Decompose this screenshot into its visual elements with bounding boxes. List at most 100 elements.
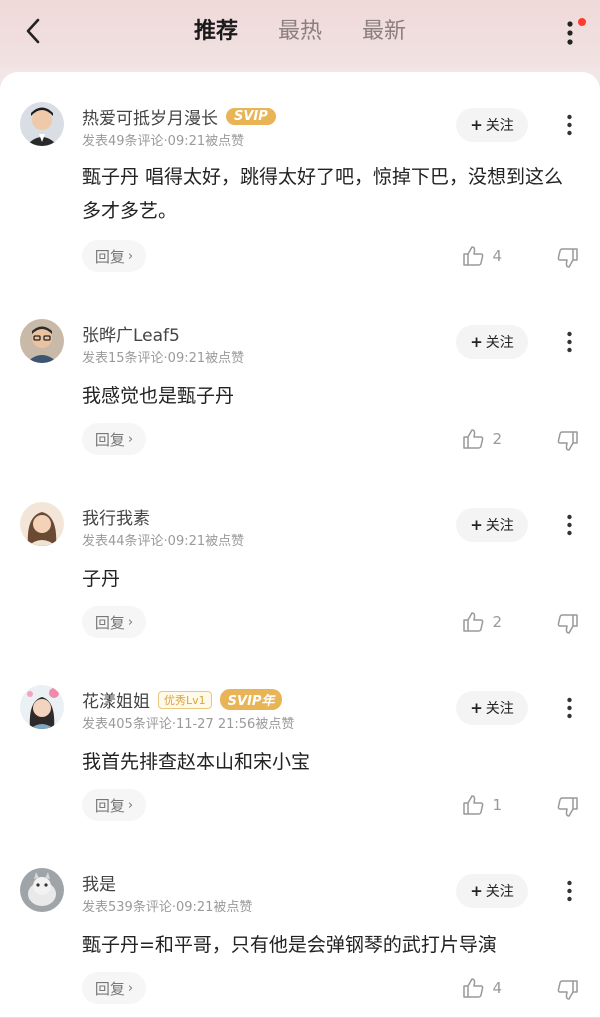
comment-text: 子丹: [82, 568, 121, 590]
svip-badge: SVIP: [226, 108, 276, 125]
user-meta: 发表49条评论·09:21被点赞: [82, 134, 245, 149]
username[interactable]: 花漾姐姐: [82, 687, 150, 712]
user-meta: 发表15条评论·09:21被点赞: [82, 351, 245, 366]
dislike-button[interactable]: [556, 795, 580, 819]
thumbs-up-icon: [463, 978, 484, 998]
like-count: 2: [492, 613, 502, 631]
like-button[interactable]: 2: [462, 612, 502, 632]
thumbs-up-icon: [463, 612, 484, 632]
thumbs-up-icon: [463, 795, 484, 815]
follow-label: 关注: [485, 884, 514, 900]
avatar[interactable]: [20, 685, 64, 729]
like-button[interactable]: 4: [462, 246, 502, 266]
like-count: 2: [492, 430, 502, 448]
follow-label: 关注: [485, 118, 514, 134]
avatar[interactable]: [20, 102, 64, 146]
comment-item: 我是 发表539条评论·09:21被点赞 + 关注 甄子丹=和平哥，只有他是会弹…: [0, 838, 600, 1018]
name-row: 张晔广Leaf5: [82, 321, 180, 346]
comment-more-button[interactable]: [560, 112, 578, 138]
comment-more-button[interactable]: [560, 512, 578, 538]
dislike-button[interactable]: [556, 978, 580, 1002]
follow-button[interactable]: + 关注: [456, 691, 528, 725]
thumbs-down-icon: [557, 431, 578, 451]
comment-more-button[interactable]: [560, 329, 578, 355]
thumbs-up-icon: [463, 429, 484, 449]
plus-icon: +: [470, 516, 483, 534]
user-meta: 发表539条评论·09:21被点赞: [82, 900, 253, 915]
level-badge: 优秀Lv1: [158, 690, 212, 709]
top-navigation-bar: 推荐 最热 最新: [0, 0, 600, 72]
thumbs-down-icon: [557, 248, 578, 268]
follow-button[interactable]: + 关注: [456, 108, 528, 142]
avatar[interactable]: [20, 319, 64, 363]
thumbs-down-icon: [557, 980, 578, 1000]
dislike-button[interactable]: [556, 612, 580, 636]
user-meta: 发表405条评论·11-27 21:56被点赞: [82, 717, 295, 732]
follow-button[interactable]: + 关注: [456, 874, 528, 908]
username[interactable]: 我是: [82, 870, 116, 895]
tab-hottest[interactable]: 最热: [278, 14, 322, 50]
reply-button[interactable]: 回复 ›: [82, 789, 146, 821]
follow-label: 关注: [485, 518, 514, 534]
reply-label: 回复: [94, 613, 125, 632]
reply-button[interactable]: 回复 ›: [82, 240, 146, 272]
follow-label: 关注: [485, 335, 514, 351]
chevron-right-icon: ›: [127, 248, 134, 264]
notification-dot: [578, 18, 586, 26]
like-count: 1: [492, 796, 502, 814]
plus-icon: +: [470, 882, 483, 900]
tab-bar: 推荐 最热 最新: [0, 14, 600, 50]
comment-item: 花漾姐姐 优秀Lv1 SVIP年 发表405条评论·11-27 21:56被点赞…: [0, 655, 600, 835]
follow-button[interactable]: + 关注: [456, 508, 528, 542]
dislike-button[interactable]: [556, 246, 580, 270]
avatar[interactable]: [20, 868, 64, 912]
username[interactable]: 热爱可抵岁月漫长: [82, 104, 218, 129]
avatar-image: [20, 102, 64, 146]
comment-text: 我感觉也是甄子丹: [82, 385, 235, 407]
reply-button[interactable]: 回复 ›: [82, 972, 146, 1004]
like-button[interactable]: 1: [462, 795, 502, 815]
dislike-button[interactable]: [556, 429, 580, 453]
comments-panel: 热爱可抵岁月漫长 SVIP 发表49条评论·09:21被点赞 + 关注 甄子丹 …: [0, 72, 600, 1017]
like-button[interactable]: 4: [462, 978, 502, 998]
comment-text: 甄子丹 唱得太好，跳得太好了吧，惊掉下巴，没想到这么多才多艺。: [82, 166, 564, 222]
reply-label: 回复: [94, 979, 125, 998]
comment-text: 甄子丹=和平哥，只有他是会弹钢琴的武打片导演: [82, 934, 497, 956]
comment-more-button[interactable]: [560, 695, 578, 721]
thumbs-up-icon: [463, 246, 484, 266]
tab-recommended[interactable]: 推荐: [194, 14, 238, 50]
vertical-dots-icon: [566, 514, 572, 536]
chevron-right-icon: ›: [127, 797, 134, 813]
follow-button[interactable]: + 关注: [456, 325, 528, 359]
thumbs-down-icon: [557, 614, 578, 634]
vertical-dots-icon: [566, 331, 572, 353]
vertical-dots-icon: [566, 697, 572, 719]
avatar-image: [20, 502, 64, 546]
vertical-dots-icon: [566, 114, 572, 136]
comment-text: 我首先排查赵本山和宋小宝: [82, 751, 311, 773]
username[interactable]: 张晔广Leaf5: [82, 321, 180, 346]
reply-button[interactable]: 回复 ›: [82, 423, 146, 455]
name-row: 花漾姐姐 优秀Lv1 SVIP年: [82, 687, 283, 712]
user-meta: 发表44条评论·09:21被点赞: [82, 534, 245, 549]
avatar-image: [20, 868, 64, 912]
reply-label: 回复: [94, 247, 125, 266]
like-count: 4: [492, 979, 502, 997]
avatar-image: [20, 319, 64, 363]
chevron-right-icon: ›: [127, 431, 134, 447]
reply-button[interactable]: 回复 ›: [82, 606, 146, 638]
name-row: 我行我素: [82, 504, 150, 529]
tab-newest[interactable]: 最新: [362, 14, 406, 50]
username[interactable]: 我行我素: [82, 504, 150, 529]
name-row: 热爱可抵岁月漫长 SVIP: [82, 104, 276, 129]
avatar[interactable]: [20, 502, 64, 546]
comment-item: 热爱可抵岁月漫长 SVIP 发表49条评论·09:21被点赞 + 关注 甄子丹 …: [0, 72, 600, 272]
thumbs-down-icon: [557, 797, 578, 817]
plus-icon: +: [470, 699, 483, 717]
reply-label: 回复: [94, 796, 125, 815]
like-button[interactable]: 2: [462, 429, 502, 449]
like-count: 4: [492, 247, 502, 265]
vertical-dots-icon: [566, 880, 572, 902]
comment-more-button[interactable]: [560, 878, 578, 904]
name-row: 我是: [82, 870, 116, 895]
